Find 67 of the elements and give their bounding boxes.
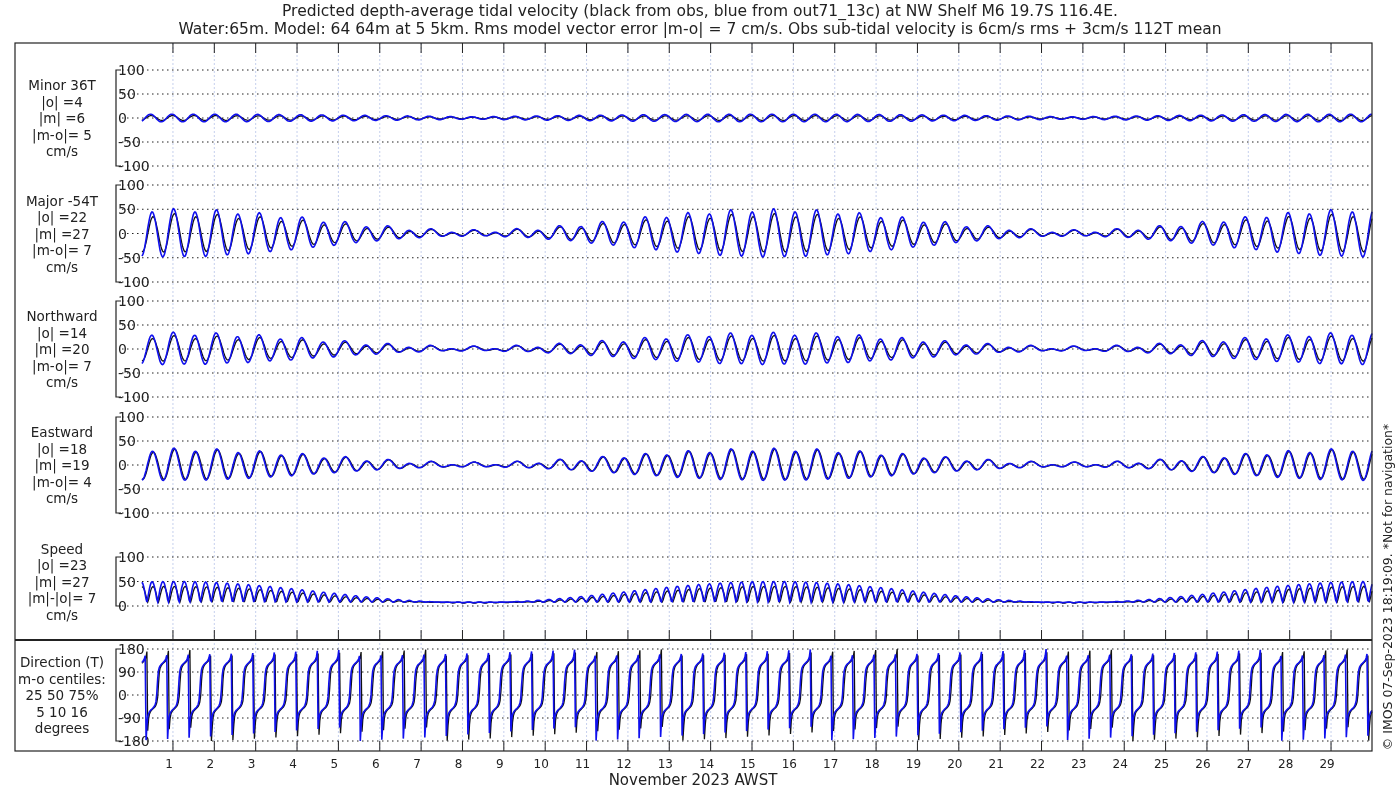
chart-title: Predicted depth-average tidal velocity (black from obs, blue from out71_13c) at NW Shelf M6 19.7S 116.4E. [282,2,1118,20]
axis-tick-label: 180 [118,641,145,657]
axis-tick-label: 50 [118,573,136,590]
axis-tick-label: 6 [371,757,380,771]
axis-tick-label: 21 [988,757,1004,771]
axis-tick-label: -50 [118,365,141,381]
axis-tick-label: 8 [454,757,463,771]
axis-tick-label: 11 [574,757,591,771]
axis-tick-label: 9 [496,757,504,771]
axis-tick-label: 28 [1278,757,1294,771]
axis-tick-label: 12 [616,757,632,771]
axis-tick-label: 23 [1071,757,1087,771]
axis-tick-label: 0 [118,341,127,357]
axis-tick-label: 14 [699,757,715,771]
axis-tick-label: 50 [118,201,136,218]
axis-tick-label: 25 [1153,757,1170,771]
axis-tick-label: 100 [118,409,145,425]
axis-tick-label: 16 [781,757,797,771]
axis-tick-label: -100 [118,274,150,290]
axis-tick-label: 0 [118,598,127,614]
axis-tick-label: 100 [118,177,145,193]
axis-tick-label: 90 [118,664,136,680]
axis-tick-label: 7 [413,757,421,771]
chart-title: Water:65m. Model: 64 64m at 5 5km. Rms model vector error |m-o| = 7 cm/s. Obs sub-tidal velocity is 6cm/s rms + 3cm/s 112T mean [178,20,1222,38]
axis-tick-label: -90 [118,710,141,726]
axis-tick-label: -100 [118,158,150,174]
panel-label: Speed |o| =23 |m| =27 |m|-|o|= 7 cm/s [27,540,97,623]
axis-tick-label: 0 [118,457,127,473]
axis-tick-label: 1 [165,757,173,771]
axis-tick-label: 18 [864,757,880,771]
axis-tick-label: -50 [118,134,141,150]
axis-tick-label: 0 [118,687,127,703]
axis-tick-label: 13 [657,757,673,771]
axis-tick-label: 29 [1319,757,1335,771]
axis-tick-label: 19 [905,757,922,771]
axis-tick-label: 3 [247,757,256,771]
axis-tick-label: 5 [330,757,339,771]
copyright-notice: © IMOS 07-Sep-2023 18:19:09. *Not for navigation* [1380,423,1395,751]
axis-tick-label: -100 [118,389,150,405]
axis-tick-label: 50 [118,317,136,333]
panel-label: Eastward |o| =18 |m| =19 |m-o|= 4 cm/s [30,424,94,506]
panel-label: Northward |o| =14 |m| =20 |m-o|= 7 cm/s [26,308,98,390]
axis-title: November 2023 AWST [608,771,778,789]
axis-tick-label: 4 [289,757,297,771]
axis-tick-label: -50 [118,481,141,497]
axis-tick-label: 20 [947,757,963,771]
panel-label: Minor 36T |o| =4 |m| =6 |m-o|= 5 cm/s [28,77,96,159]
panel-label: Direction (T) m-o centiles: 25 50 75% 5 10 16 degrees [18,654,106,736]
axis-tick-label: 24 [1112,757,1128,771]
axis-tick-label: 50 [118,433,136,449]
axis-tick-label: 22 [1029,757,1046,771]
axis-tick-label: 2 [206,757,215,771]
axis-tick-label: -100 [118,505,150,521]
axis-tick-label: 50 [118,86,136,102]
axis-tick-label: 100 [118,62,145,78]
axis-tick-label: -180 [118,733,150,749]
axis-tick-label: 0 [118,225,127,242]
axis-tick-label: 27 [1236,757,1252,771]
axis-tick-label: -50 [118,249,141,266]
axis-tick-label: 15 [740,757,756,771]
axis-tick-label: 100 [118,293,145,309]
axis-tick-label: 26 [1195,757,1211,771]
axis-tick-label: 17 [823,757,839,771]
axis-tick-label: 10 [533,757,549,771]
panel-label: Major -54T |o| =22 |m| =27 |m-o|= 7 cm/s [25,192,99,275]
axis-tick-label: 100 [118,549,145,565]
axis-tick-label: 0 [118,110,127,126]
